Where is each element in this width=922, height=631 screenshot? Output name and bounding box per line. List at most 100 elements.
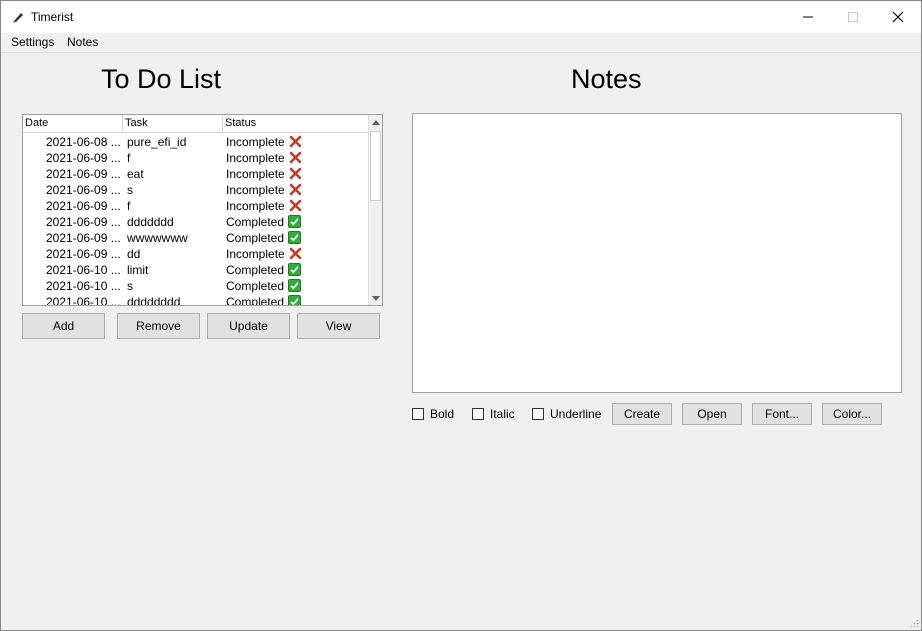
create-button[interactable]: Create: [612, 403, 672, 425]
table-row[interactable]: 2021-06-09 ... ddddddd Completed: [23, 214, 368, 230]
minimize-button[interactable]: [785, 1, 831, 33]
red-x-icon: [289, 151, 302, 164]
row-date: 2021-06-10 ...: [46, 279, 121, 293]
view-button[interactable]: View: [297, 313, 380, 339]
row-status-label: Completed: [226, 279, 285, 293]
row-status-label: Completed: [226, 231, 285, 245]
scroll-down-arrow[interactable]: [369, 291, 382, 305]
pen-icon: [13, 13, 23, 23]
row-task: eat: [127, 167, 144, 181]
font-button[interactable]: Font...: [752, 403, 812, 425]
red-x-icon: [289, 199, 302, 212]
row-task: s: [127, 183, 133, 197]
row-status: Completed: [226, 294, 302, 306]
menu-settings[interactable]: Settings: [11, 35, 54, 49]
row-status: Completed: [226, 278, 302, 294]
row-status: Incomplete: [226, 198, 302, 214]
checkbox-box[interactable]: [412, 408, 424, 420]
row-status-label: Incomplete: [226, 135, 285, 149]
table-row[interactable]: 2021-06-10 ... limit Completed: [23, 262, 368, 278]
row-status: Incomplete: [226, 246, 302, 262]
italic-label: Italic: [490, 407, 515, 421]
row-date: 2021-06-09 ...: [46, 247, 121, 261]
row-date: 2021-06-09 ...: [46, 167, 121, 181]
green-check-icon: [288, 295, 302, 305]
scroll-up-arrow[interactable]: [369, 115, 382, 129]
row-task: dd: [127, 247, 141, 261]
red-x-icon: [289, 167, 302, 180]
close-button[interactable]: [875, 1, 921, 33]
table-row[interactable]: 2021-06-09 ... f Incomplete: [23, 150, 368, 166]
update-button[interactable]: Update: [207, 313, 290, 339]
row-task: limit: [127, 263, 149, 277]
menu-bar: Settings Notes: [1, 33, 921, 53]
row-date: 2021-06-09 ...: [46, 183, 121, 197]
row-status-label: Incomplete: [226, 199, 285, 213]
row-task: pure_efi_id: [127, 135, 187, 149]
remove-button[interactable]: Remove: [117, 313, 200, 339]
row-date: 2021-06-09 ...: [46, 231, 121, 245]
green-check-icon: [288, 263, 302, 276]
row-task: wwwwwww: [127, 231, 188, 245]
column-header-task[interactable]: Task: [123, 115, 223, 132]
row-date: 2021-06-10 ...: [46, 263, 121, 277]
table-row[interactable]: 2021-06-09 ... dd Incomplete: [23, 246, 368, 262]
table-row[interactable]: 2021-06-08 ... pure_efi_id Incomplete: [23, 134, 368, 150]
row-date: 2021-06-09 ...: [46, 215, 121, 229]
row-status-label: Completed: [226, 295, 285, 306]
notes-heading: Notes: [571, 64, 642, 94]
row-task: dddddddd: [127, 295, 181, 306]
row-status-label: Incomplete: [226, 167, 285, 181]
close-icon: [892, 11, 904, 23]
chevron-down-icon: [371, 295, 380, 301]
todo-heading: To Do List: [101, 64, 222, 94]
table-row[interactable]: 2021-06-09 ... wwwwwww Completed: [23, 230, 368, 246]
maximize-button[interactable]: [830, 1, 876, 33]
row-status-label: Incomplete: [226, 247, 285, 261]
title-bar: Timerist: [1, 1, 921, 33]
maximize-icon: [848, 12, 858, 22]
notes-textarea[interactable]: [412, 113, 902, 393]
checkbox-box[interactable]: [472, 408, 484, 420]
color-button[interactable]: Color...: [822, 403, 882, 425]
green-check-icon: [288, 279, 302, 292]
menu-notes[interactable]: Notes: [67, 35, 98, 49]
row-status-label: Incomplete: [226, 151, 285, 165]
table-row[interactable]: 2021-06-10 ... s Completed: [23, 278, 368, 294]
row-date: 2021-06-09 ...: [46, 151, 121, 165]
window-title: Timerist: [31, 10, 74, 24]
table-row[interactable]: 2021-06-09 ... f Incomplete: [23, 198, 368, 214]
todo-table[interactable]: Date Task Status 2021-06-08 ... pure_efi_…: [22, 114, 383, 306]
row-date: 2021-06-10 ...: [46, 295, 121, 306]
resize-grip-icon[interactable]: [909, 618, 919, 628]
minimize-icon: [803, 16, 813, 18]
row-status: Completed: [226, 230, 302, 246]
row-status: Completed: [226, 214, 302, 230]
row-status-label: Completed: [226, 215, 285, 229]
scroll-thumb[interactable]: [370, 131, 381, 201]
red-x-icon: [289, 135, 302, 148]
underline-label: Underline: [550, 407, 602, 421]
open-button[interactable]: Open: [682, 403, 742, 425]
column-header-status[interactable]: Status: [223, 115, 368, 132]
italic-checkbox[interactable]: Italic: [472, 406, 515, 422]
red-x-icon: [289, 183, 302, 196]
row-status: Completed: [226, 262, 302, 278]
table-row[interactable]: 2021-06-10 ... dddddddd Completed: [23, 294, 368, 306]
table-row[interactable]: 2021-06-09 ... s Incomplete: [23, 182, 368, 198]
column-header-date[interactable]: Date: [23, 115, 123, 132]
row-status: Incomplete: [226, 182, 302, 198]
row-status: Incomplete: [226, 134, 302, 150]
green-check-icon: [288, 231, 302, 244]
table-row[interactable]: 2021-06-09 ... eat Incomplete: [23, 166, 368, 182]
bold-checkbox[interactable]: Bold: [412, 406, 454, 422]
row-task: s: [127, 279, 133, 293]
checkbox-box[interactable]: [532, 408, 544, 420]
add-button[interactable]: Add: [22, 313, 105, 339]
table-scrollbar[interactable]: [368, 115, 382, 305]
row-task: ddddddd: [127, 215, 174, 229]
row-status-label: Completed: [226, 263, 285, 277]
green-check-icon: [288, 215, 302, 228]
red-x-icon: [289, 247, 302, 260]
underline-checkbox[interactable]: Underline: [532, 406, 601, 422]
